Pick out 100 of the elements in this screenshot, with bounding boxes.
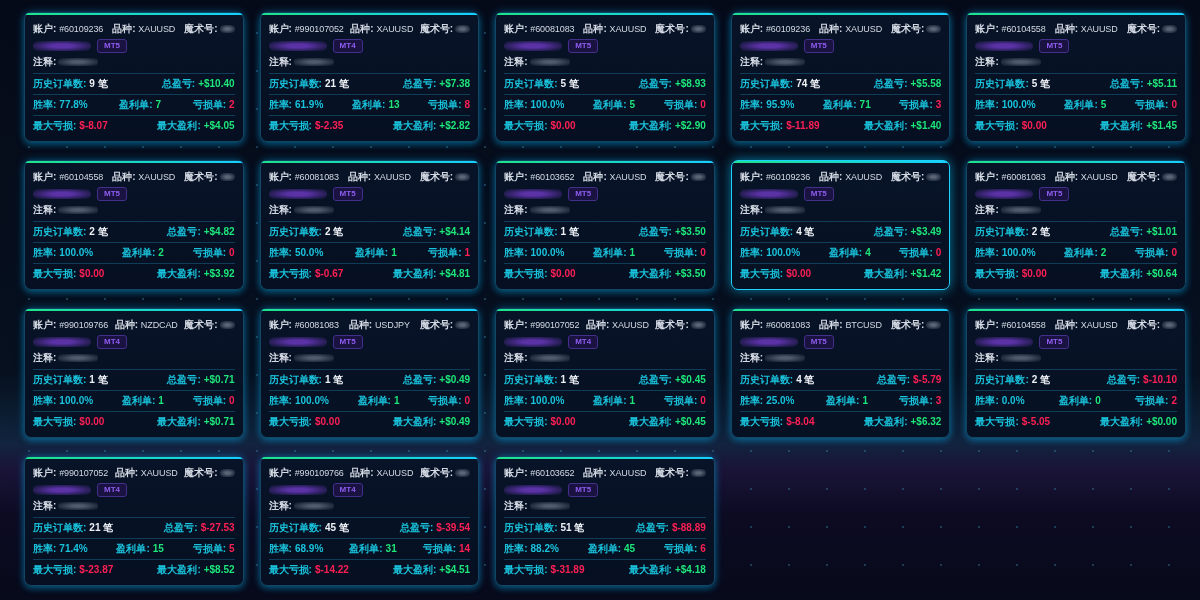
account-card[interactable]: 账户: #60081083 品种: XAUUSD 魔术号: MT5 注释: 历史订单数: 2 笔 总盈亏: +$1.01 胜率: 100.0% 盈利单: 2 亏损单: 0 最大亏损: $0.00 最大盈利: +$0.64 — [966, 160, 1186, 290]
max-loss-value: $-31.89 — [550, 564, 585, 576]
winning-orders-label: 盈利单: — [122, 395, 156, 407]
win-rate-label: 胜率: — [33, 543, 57, 555]
order-count-value: 1 笔 — [560, 374, 579, 386]
note-label: 注释: — [739, 55, 764, 68]
platform-tag: MT5 — [97, 39, 127, 53]
account-card[interactable]: 账户: #990107052 品种: XAUUSD 魔术号: MT4 注释: 历史订单数: 21 笔 总盈亏: +$7.38 胜率: 61.9% 盈利单: 13 亏损单: 8 最大亏损: $-2.35 最大盈利: +$2.82 — [259, 12, 480, 142]
max-profit-value: +$4.51 — [439, 564, 471, 576]
account-card[interactable]: 账户: #60081083 品种: XAUUSD 魔术号: MT5 注释: 历史订单数: 5 笔 总盈亏: +$8.93 胜率: 100.0% 盈利单: 5 亏损单: 0 最大亏损: $0.00 最大盈利: +$2.90 — [495, 12, 715, 142]
winning-orders-label: 盈利单: — [1064, 247, 1098, 259]
winning-orders-label: 盈利单: — [352, 99, 386, 111]
blurred-name — [975, 41, 1034, 51]
winning-orders-label: 盈利单: — [1058, 395, 1093, 407]
trading-symbol: 品种: XAUUSD — [583, 21, 647, 36]
blurred-value — [926, 24, 942, 33]
win-rate-value: 25.0% — [766, 395, 795, 407]
account-card[interactable]: 账户: #60104558 品种: XAUUSD 魔术号: MT5 注释: 历史订单数: 2 笔 总盈亏: +$4.82 胜率: 100.0% 盈利单: 2 亏损单: 0 最大亏损: $0.00 最大盈利: +$3.92 — [24, 160, 244, 290]
platform-tag: MT5 — [803, 187, 834, 201]
max-profit-value: +$0.71 — [203, 416, 235, 428]
account-card[interactable]: 账户: #60103652 品种: XAUUSD 魔术号: MT5 注释: 历史订单数: 51 笔 总盈亏: $-88.89 胜率: 88.2% 盈利单: 45 亏损单: 6 最大亏损: $-31.89 最大盈利: +$4.18 — [495, 456, 715, 586]
note-label: 注释: — [504, 203, 528, 216]
winning-orders-label: 盈利单: — [823, 99, 857, 111]
account-card[interactable]: 账户: #60081083 品种: XAUUSD 魔术号: MT5 注释: 历史订单数: 2 笔 总盈亏: +$4.14 胜率: 50.0% 盈利单: 1 亏损单: 1 最大亏损: $-0.67 最大盈利: +$4.81 — [259, 160, 480, 290]
platform-tag: MT5 — [97, 187, 127, 201]
blurred-value — [1000, 57, 1041, 66]
note-label: 注释: — [268, 203, 292, 216]
win-rate-value: 100.0% — [1001, 247, 1036, 259]
max-loss-value: $-14.22 — [314, 564, 349, 576]
account-card[interactable]: 账户: #60103652 品种: XAUUSD 魔术号: MT5 注释: 历史订单数: 1 笔 总盈亏: +$3.50 胜率: 100.0% 盈利单: 1 亏损单: 0 最大亏损: $0.00 最大盈利: +$3.50 — [495, 160, 715, 290]
account-card[interactable]: 账户: #60104558 品种: XAUUSD 魔术号: MT5 注释: 历史订单数: 2 笔 总盈亏: $-10.10 胜率: 0.0% 盈利单: 0 亏损单: 2 最大亏损: $-5.05 最大盈利: +$0.00 — [966, 308, 1186, 438]
blurred-value — [529, 205, 570, 214]
order-count-value: 5 笔 — [1031, 78, 1051, 90]
note-label: 注释: — [975, 55, 999, 68]
magic-number-label: 魔术号: — [419, 466, 454, 479]
losing-orders-value: 5 — [229, 543, 235, 555]
order-count-label: 历史订单数: — [975, 226, 1029, 238]
account-card[interactable]: 账户: #60109236 品种: XAUUSD 魔术号: MT5 注释: 历史订单数: 9 笔 总盈亏: +$10.40 胜率: 77.8% 盈利单: 7 亏损单: 2 最大亏损: $-8.07 最大盈利: +$4.05 — [24, 12, 244, 142]
account-card[interactable]: 账户: #990107052 品种: XAUUSD 魔术号: MT4 注释: 历史订单数: 21 笔 总盈亏: $-27.53 胜率: 71.4% 盈利单: 15 亏损单: 5 最大亏损: $-23.87 最大盈利: +$8.52 — [24, 456, 244, 586]
magic-number-label: 魔术号: — [419, 170, 454, 183]
winning-orders-value: 45 — [624, 543, 636, 555]
win-rate-value: 95.9% — [766, 99, 795, 111]
note-label: 注释: — [33, 203, 57, 216]
total-pnl-label: 总盈亏: — [638, 374, 672, 386]
losing-orders-value: 2 — [1171, 395, 1177, 407]
platform-tag: MT5 — [803, 335, 834, 349]
account-card[interactable]: 账户: #60109236 品种: XAUUSD 魔术号: MT5 注释: 历史订单数: 4 笔 总盈亏: +$3.49 胜率: 100.0% 盈利单: 4 亏损单: 0 最大亏损: $0.00 最大盈利: +$1.42 — [730, 160, 951, 290]
magic-number-label: 魔术号: — [891, 22, 925, 35]
blurred-name — [504, 189, 563, 199]
losing-orders-label: 亏损单: — [663, 543, 698, 555]
note-label: 注释: — [504, 55, 528, 68]
max-loss-label: 最大亏损: — [739, 268, 784, 280]
winning-orders-value: 13 — [388, 99, 400, 111]
order-count-label: 历史订单数: — [33, 522, 87, 534]
account-card[interactable]: 账户: #990107052 品种: XAUUSD 魔术号: MT4 注释: 历史订单数: 1 笔 总盈亏: +$0.45 胜率: 100.0% 盈利单: 1 亏损单: 0 最大亏损: $0.00 最大盈利: +$0.45 — [495, 308, 715, 438]
trading-symbol: 品种: XAUUSD — [350, 21, 414, 36]
win-rate-value: 68.9% — [294, 543, 324, 555]
account-card[interactable]: 账户: #60081083 品种: BTCUSD 魔术号: MT5 注释: 历史订单数: 4 笔 总盈亏: $-5.79 胜率: 25.0% 盈利单: 1 亏损单: 3 最大亏损: $-8.04 最大盈利: +$6.32 — [730, 308, 951, 438]
order-count-label: 历史订单数: — [33, 78, 87, 90]
blurred-value — [690, 468, 706, 477]
max-profit-label: 最大盈利: — [628, 416, 672, 428]
note-label: 注释: — [504, 499, 528, 512]
win-rate-label: 胜率: — [504, 247, 528, 259]
max-loss-label: 最大亏损: — [975, 120, 1019, 132]
order-count-label: 历史订单数: — [975, 374, 1029, 386]
losing-orders-value: 0 — [700, 395, 706, 407]
order-count-value: 74 笔 — [796, 78, 821, 90]
account-card[interactable]: 账户: #990109766 品种: XAUUSD 魔术号: MT4 注释: 历史订单数: 45 笔 总盈亏: $-39.54 胜率: 68.9% 盈利单: 31 亏损单: 14 最大亏损: $-14.22 最大盈利: +$4.51 — [259, 456, 480, 586]
win-rate-value: 100.0% — [1001, 99, 1036, 111]
losing-orders-label: 亏损单: — [428, 99, 462, 111]
note-label: 注释: — [975, 203, 999, 216]
total-pnl-label: 总盈亏: — [167, 374, 201, 386]
winning-orders-value: 15 — [152, 543, 164, 555]
max-loss-value: $-5.05 — [1021, 416, 1051, 428]
account-card[interactable]: 账户: #60109236 品种: XAUUSD 魔术号: MT5 注释: 历史订单数: 74 笔 总盈亏: +$5.58 胜率: 95.9% 盈利单: 71 亏损单: 3 最大亏损: $-11.89 最大盈利: +$1.40 — [730, 12, 951, 142]
losing-orders-value: 0 — [229, 247, 235, 259]
max-profit-value: +$0.64 — [1146, 268, 1177, 280]
account-card[interactable]: 账户: #60081083 品种: USDJPY 魔术号: MT5 注释: 历史订单数: 1 笔 总盈亏: +$0.49 胜率: 100.0% 盈利单: 1 亏损单: 0 最大亏损: $0.00 最大盈利: +$0.49 — [259, 308, 480, 438]
win-rate-value: 100.0% — [530, 395, 565, 407]
max-profit-value: +$8.52 — [203, 564, 235, 576]
total-pnl-label: 总盈亏: — [402, 226, 437, 238]
total-pnl-value: +$4.82 — [203, 226, 235, 238]
total-pnl-value: +$7.38 — [439, 78, 471, 90]
max-profit-value: +$1.45 — [1146, 120, 1177, 132]
win-rate-value: 100.0% — [766, 247, 801, 259]
max-profit-label: 最大盈利: — [392, 564, 437, 576]
note-label: 注释: — [975, 351, 999, 364]
losing-orders-label: 亏损单: — [663, 395, 698, 407]
max-loss-value: $0.00 — [314, 416, 340, 428]
max-loss-value: $0.00 — [79, 416, 105, 428]
order-count-value: 2 笔 — [1031, 374, 1051, 386]
blurred-name — [975, 189, 1034, 199]
account-card[interactable]: 账户: #990109766 品种: NZDCAD 魔术号: MT4 注释: 历史订单数: 1 笔 总盈亏: +$0.71 胜率: 100.0% 盈利单: 1 亏损单: 0 最大亏损: $0.00 最大盈利: +$0.71 — [24, 308, 244, 438]
account-number: 账户: #60109236 — [739, 21, 811, 36]
max-profit-label: 最大盈利: — [864, 120, 908, 132]
account-number: 账户: #60081083 — [268, 169, 339, 184]
platform-tag: MT5 — [1039, 187, 1070, 201]
account-card[interactable]: 账户: #60104558 品种: XAUUSD 魔术号: MT5 注释: 历史订单数: 5 笔 总盈亏: +$5.11 胜率: 100.0% 盈利单: 5 亏损单: 0 最大亏损: $0.00 最大盈利: +$1.45 — [966, 12, 1186, 142]
account-number: 账户: #60109236 — [33, 21, 104, 36]
blurred-value — [1162, 172, 1177, 181]
